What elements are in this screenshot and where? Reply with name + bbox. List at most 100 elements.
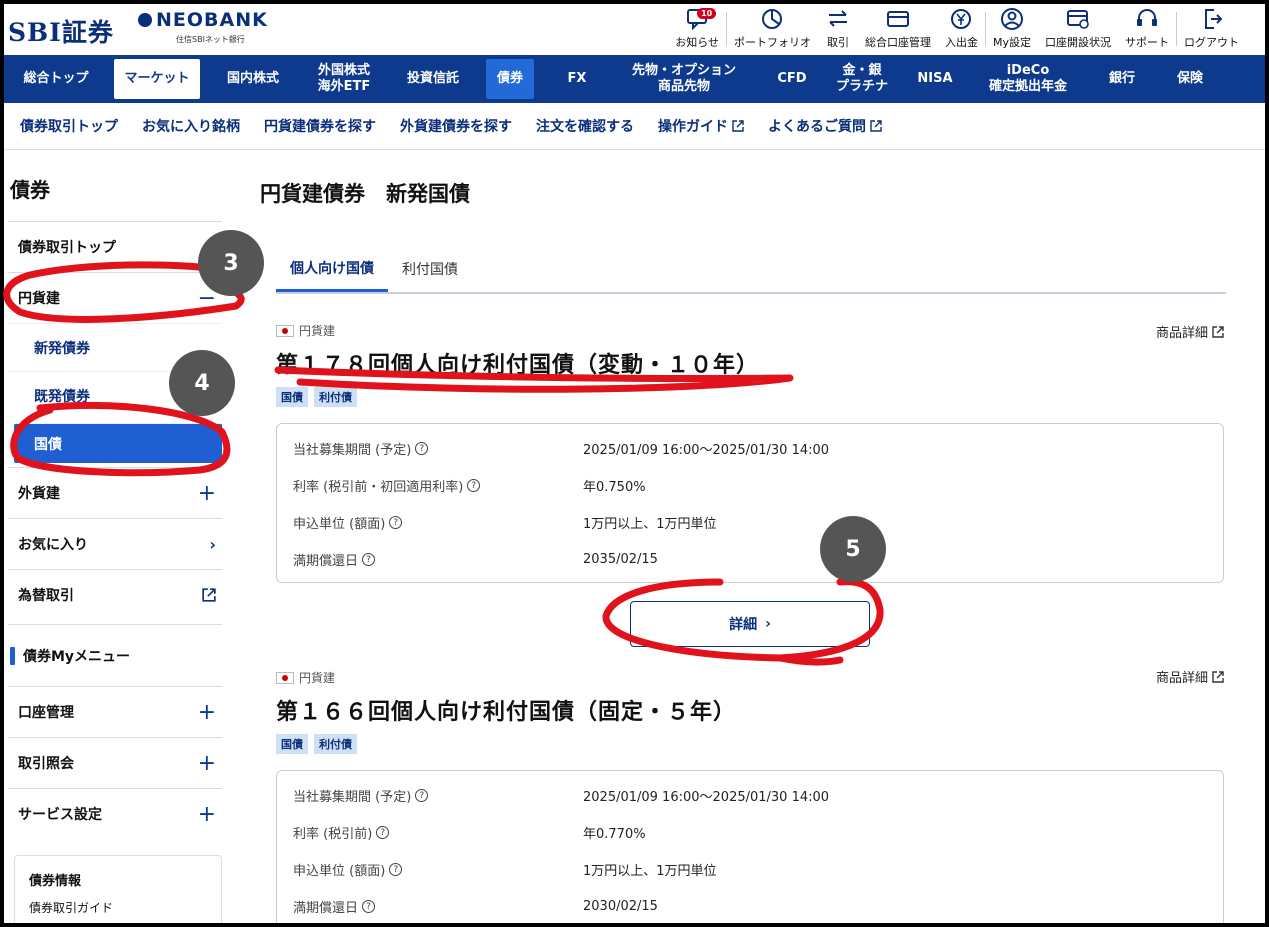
topnav-label: ポートフォリオ (733, 36, 811, 49)
topnav-account-management[interactable]: 総合口座管理 (858, 6, 938, 50)
row-key: 当社募集期間 (予定) (293, 790, 412, 805)
tag: 国債 (276, 387, 308, 407)
bond-category-label: 円貨建 (299, 324, 336, 338)
topnav-support[interactable]: サポート (1118, 6, 1176, 50)
mainnav-futures-options[interactable]: 先物・オプション 商品先物 (620, 59, 748, 99)
topnav-label: お知らせ (675, 36, 719, 49)
plus-icon: + (197, 801, 216, 827)
page-frame: SBI証券 NEOBANK 住信SBIネット銀行 10 お知らせ ポートフォリオ… (4, 4, 1265, 923)
tab-coupon-jgb[interactable]: 利付国債 (388, 246, 472, 292)
bond-info-table: 当社募集期間 (予定)? 2025/01/09 16:00～2025/01/30 … (276, 423, 1224, 583)
external-link-icon (870, 120, 882, 132)
mainnav-bonds[interactable]: 債券 (486, 59, 534, 99)
sidebar-item-foreign[interactable]: 外貨建 + (8, 467, 222, 518)
mainnav-top[interactable]: 総合トップ (8, 59, 104, 99)
subnav-search-yen[interactable]: 円貨建債券を探す (264, 116, 376, 136)
row-key: 利率 (税引前) (293, 827, 373, 842)
topnav-my-settings[interactable]: My設定 (986, 6, 1038, 50)
mainnav-fx[interactable]: FX (534, 59, 620, 99)
mainnav-gold-silver[interactable]: 金・銀 プラチナ (822, 59, 902, 99)
product-detail-link[interactable]: 商品詳細 (1156, 322, 1224, 341)
help-icon[interactable]: ? (389, 516, 403, 529)
bond-guide-link[interactable]: 債券取引ガイド (29, 899, 207, 916)
product-detail-label: 商品詳細 (1155, 326, 1208, 341)
subnav-bond-top[interactable]: 債券取引トップ (20, 116, 118, 136)
utility-nav: 10 お知らせ ポートフォリオ 取引 総合口座管理 入出金 My設定 口座開設状… (668, 6, 1265, 52)
bond-category: 円貨建 (276, 322, 1224, 339)
help-icon[interactable]: ? (376, 826, 390, 839)
sidebar-item-history[interactable]: 取引照会 + (8, 737, 222, 788)
row-key: 申込単位 (額面) (293, 864, 386, 879)
pie-chart-icon (762, 9, 783, 29)
topnav-logout[interactable]: ログアウト (1177, 6, 1265, 50)
subnav-favorites[interactable]: お気に入り銘柄 (142, 116, 240, 136)
topnav-deposit[interactable]: 入出金 (938, 6, 985, 50)
bond-tags: 国債 利付債 (276, 734, 1224, 754)
sidebar-item-favorites[interactable]: お気に入り › (8, 518, 222, 569)
topnav-label: 入出金 (944, 36, 978, 49)
subnav-confirm-orders[interactable]: 注文を確認する (536, 116, 634, 136)
topnav-account-opening[interactable]: 口座開設状況 (1038, 6, 1118, 50)
subnav-search-foreign[interactable]: 外貨建債券を探す (400, 116, 512, 136)
mainnav-market[interactable]: マーケット (114, 59, 200, 99)
topnav-label: 口座開設状況 (1045, 36, 1111, 49)
neobank-text: NEOBANK (156, 9, 268, 31)
mainnav-cfd[interactable]: CFD (762, 59, 822, 99)
tag: 国債 (276, 734, 308, 754)
headset-icon (1137, 9, 1157, 26)
logout-icon (1204, 9, 1222, 29)
sub-nav: 債券取引トップ お気に入り銘柄 円貨建債券を探す 外貨建債券を探す 注文を確認す… (4, 103, 1265, 150)
sidebar-item-jgb[interactable]: 国債 (14, 423, 222, 463)
sidebar-item-label: 口座管理 (18, 705, 74, 721)
table-row: 満期償還日? 2030/02/15 (293, 888, 1207, 923)
bond-name: 第１６６回個人向け利付国債（固定・５年） (276, 700, 737, 725)
plus-icon: + (197, 480, 216, 506)
tab-individual-jgb[interactable]: 個人向け国債 (276, 246, 388, 292)
card-check-icon (1067, 10, 1089, 29)
mainnav-mutual-funds[interactable]: 投資信託 (392, 59, 474, 99)
row-key: 満期償還日 (293, 554, 359, 569)
sidebar: 債券 債券取引トップ› 円貨建− 新発債券 既発債券 国債 外貨建+ お気に入り… (8, 154, 222, 923)
neobank-subtitle: 住信SBIネット銀行 (176, 35, 245, 44)
sidebar-item-account[interactable]: 口座管理 + (8, 686, 222, 737)
help-icon[interactable]: ? (415, 789, 429, 802)
help-icon[interactable]: ? (467, 479, 481, 492)
sidebar-item-label: 外貨建 (18, 486, 60, 502)
bond-info-title: 債券情報 (29, 874, 82, 889)
sbi-logo[interactable]: SBI証券 (8, 13, 114, 49)
detail-button[interactable]: 詳細 › (630, 601, 870, 647)
topnav-trade[interactable]: 取引 (818, 6, 858, 50)
help-icon[interactable]: ? (362, 900, 376, 913)
subnav-guide[interactable]: 操作ガイド (658, 116, 744, 136)
mainnav-domestic-stocks[interactable]: 国内株式 (210, 59, 296, 99)
mainnav-ideco[interactable]: iDeCo 確定拠出年金 (968, 59, 1088, 99)
topnav-notifications[interactable]: 10 お知らせ (668, 6, 726, 50)
japan-flag-icon (276, 324, 294, 337)
help-icon[interactable]: ? (389, 863, 403, 876)
annotation-marker-3: 3 (198, 230, 264, 296)
top-header: SBI証券 NEOBANK 住信SBIネット銀行 10 お知らせ ポートフォリオ… (4, 4, 1265, 55)
topnav-label: サポート (1125, 36, 1169, 49)
subnav-faq[interactable]: よくあるご質問 (768, 116, 882, 136)
sidebar-item-service[interactable]: サービス設定 + (8, 788, 222, 839)
mainnav-insurance[interactable]: 保険 (1156, 59, 1224, 99)
neobank-logo[interactable]: NEOBANK 住信SBIネット銀行 (138, 9, 268, 44)
row-key: 申込単位 (額面) (293, 517, 386, 532)
topnav-portfolio[interactable]: ポートフォリオ (727, 6, 818, 50)
sidebar-item-bond-top[interactable]: 債券取引トップ› (8, 221, 222, 272)
sidebar-item-fx-trade[interactable]: 為替取引 (8, 569, 222, 620)
product-detail-link[interactable]: 商品詳細 (1156, 667, 1224, 686)
mymenu-label: 債券Myメニュー (23, 648, 131, 665)
row-value: 年0.770% (583, 827, 646, 842)
tag: 利付債 (314, 387, 357, 407)
mainnav-nisa[interactable]: NISA (902, 59, 968, 99)
help-icon[interactable]: ? (362, 553, 376, 566)
bond-card: 円貨建 商品詳細 第１７８回個人向け利付国債（変動・１０年） 国債 利付債 当社… (276, 322, 1224, 647)
sidebar-item-yen[interactable]: 円貨建 − (8, 272, 222, 323)
bond-category: 円貨建 (276, 669, 1224, 686)
mainnav-foreign-stocks[interactable]: 外国株式 海外ETF (296, 59, 392, 99)
table-row: 当社募集期間 (予定)? 2025/01/09 16:00～2025/01/30 … (293, 430, 1207, 467)
help-icon[interactable]: ? (415, 442, 429, 455)
mainnav-bank[interactable]: 銀行 (1088, 59, 1156, 99)
bond-info-table: 当社募集期間 (予定)? 2025/01/09 16:00～2025/01/30 … (276, 770, 1224, 923)
